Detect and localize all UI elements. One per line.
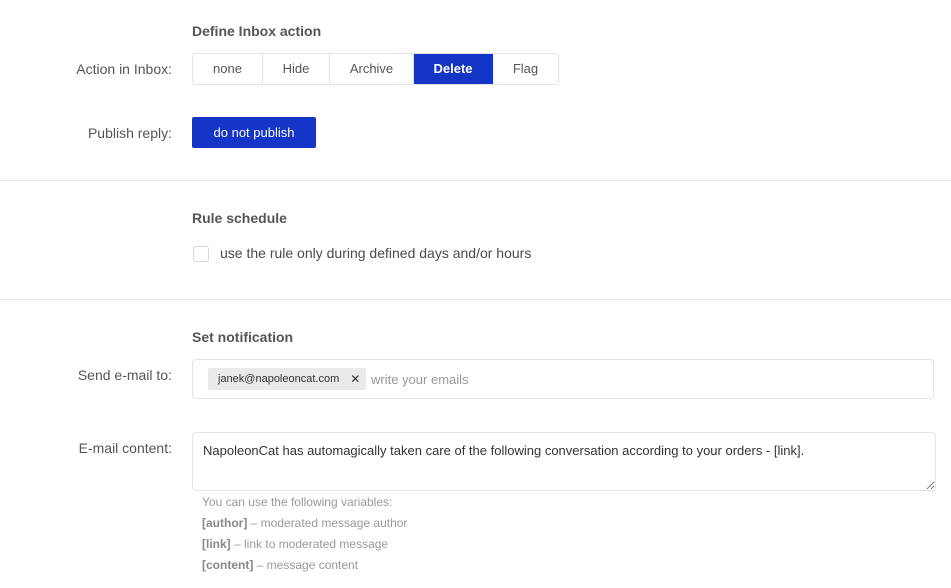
inbox-action-segmented-control: none Hide Archive Delete Flag: [192, 53, 559, 85]
variable-desc: – link to moderated message: [230, 537, 389, 551]
email-content-label: E-mail content:: [78, 440, 172, 456]
variable-content: [content] – message content: [202, 558, 358, 572]
action-in-inbox-label: Action in Inbox:: [76, 61, 172, 77]
inbox-action-archive-button[interactable]: Archive: [330, 54, 414, 84]
variable-desc: – moderated message author: [247, 516, 408, 530]
email-input[interactable]: [371, 369, 891, 389]
section-divider: [0, 299, 951, 300]
send-email-to-label: Send e-mail to:: [77, 367, 172, 383]
variable-author: [author] – moderated message author: [202, 516, 407, 530]
recipient-chip: janek@napoleoncat.com ✕: [208, 368, 367, 390]
schedule-checkbox[interactable]: [193, 246, 209, 262]
schedule-checkbox-label[interactable]: use the rule only during defined days an…: [220, 245, 531, 261]
section-divider: [0, 180, 951, 181]
notification-section-title: Set notification: [192, 329, 294, 345]
inbox-action-delete-button[interactable]: Delete: [414, 54, 493, 84]
variable-link: [link] – link to moderated message: [202, 537, 388, 551]
rule-schedule-section-title: Rule schedule: [192, 210, 287, 226]
variables-hint-intro: You can use the following variables:: [202, 495, 393, 509]
inbox-action-flag-button[interactable]: Flag: [493, 54, 558, 84]
inbox-action-section-title: Define Inbox action: [192, 23, 322, 39]
email-content-textarea[interactable]: NapoleonCat has automagically taken care…: [192, 432, 936, 491]
variable-desc: – message content: [253, 558, 359, 572]
email-recipients-field[interactable]: janek@napoleoncat.com ✕: [192, 359, 934, 399]
close-icon[interactable]: ✕: [350, 372, 360, 386]
publish-reply-button[interactable]: do not publish: [192, 117, 316, 148]
variable-name: [content]: [202, 558, 254, 572]
inbox-action-none-button[interactable]: none: [193, 54, 263, 84]
variable-name: [link]: [202, 537, 231, 551]
inbox-action-hide-button[interactable]: Hide: [263, 54, 330, 84]
variable-name: [author]: [202, 516, 248, 530]
recipient-email: janek@napoleoncat.com: [218, 373, 340, 385]
publish-reply-label: Publish reply:: [87, 125, 172, 141]
